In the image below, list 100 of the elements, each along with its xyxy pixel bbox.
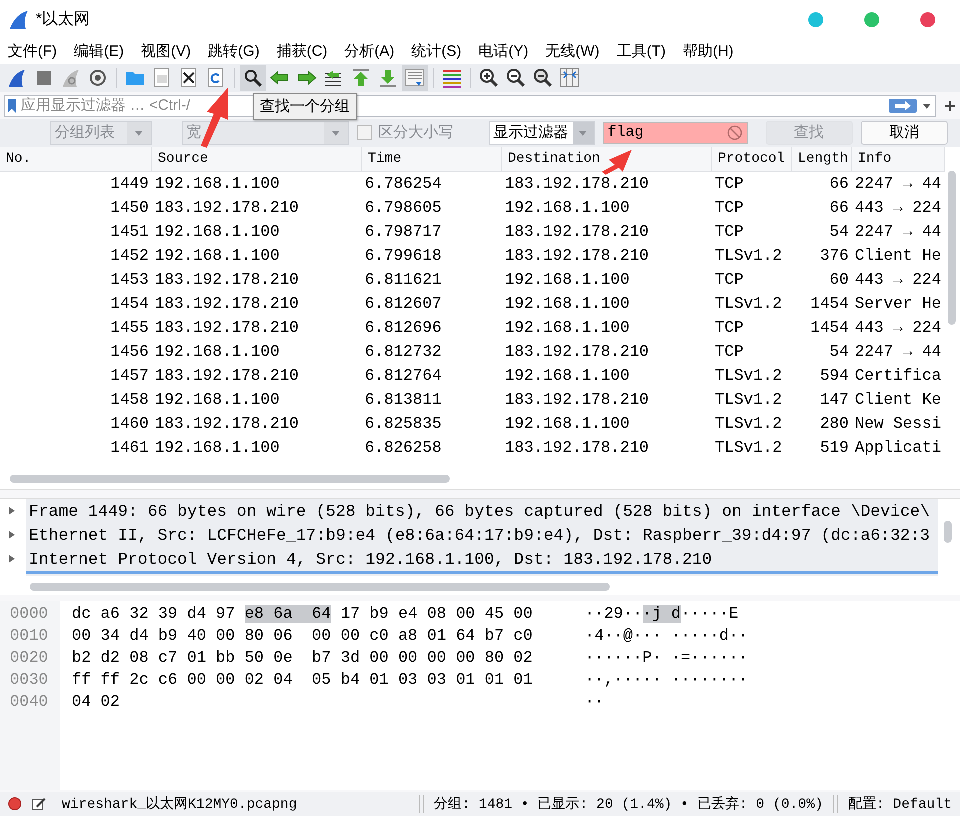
ascii-bytes: ·· xyxy=(585,692,604,711)
menu-item[interactable]: 文件(F) xyxy=(8,42,64,62)
table-cell-text: 1457 xyxy=(110,366,150,385)
table-cell-text: 183.192.178.210 xyxy=(504,390,650,409)
menu-item[interactable]: 跳转(G) xyxy=(208,42,267,62)
hex-bytes: dc a6 32 39 d4 97 e8 6a 64 17 b9 e4 08 00 45 00 xyxy=(72,604,534,623)
packet-counts: 分组: 1481 • 已显示: 20 (1.4%) • 已丢弃: 0 (0.0%) xyxy=(434,795,824,814)
offset-label: 0040 xyxy=(9,692,48,711)
table-cell-text: 1453 xyxy=(110,270,150,289)
menu-item[interactable]: 无线(W) xyxy=(546,42,607,62)
autoscroll-button[interactable] xyxy=(402,64,428,91)
table-cell-text: 183.192.178.210 xyxy=(154,198,300,217)
table-cell-text: 6.812696 xyxy=(364,318,443,337)
table-cell-text: 54 xyxy=(828,342,850,361)
search-field[interactable]: flag xyxy=(608,124,727,142)
table-cell-text: 192.168.1.100 xyxy=(154,174,281,193)
menu-item[interactable]: 统计(S) xyxy=(412,42,469,62)
table-cell-text: 6.813811 xyxy=(364,390,443,409)
ascii-bytes: ··29···j d·····E xyxy=(585,604,739,623)
table-cell-text: 192.168.1.100 xyxy=(154,342,281,361)
right-arrow-icon xyxy=(894,100,912,111)
table-cell-text: 192.168.1.100 xyxy=(504,270,631,289)
table-cell-text: TLSv1.2 xyxy=(714,366,784,385)
table-cell-text: 147 xyxy=(819,390,850,409)
close-button[interactable] xyxy=(920,12,936,28)
table-cell-text: TLSv1.2 xyxy=(714,294,784,313)
menu-item[interactable]: 视图(V) xyxy=(141,42,198,62)
column-header[interactable]: Length xyxy=(792,146,852,171)
table-cell-text: 6.798717 xyxy=(364,222,443,241)
table-cell-text: 183.192.178.210 xyxy=(504,342,650,361)
table-cell-text: 1458 xyxy=(110,390,150,409)
table-cell-text: 183.192.178.210 xyxy=(154,318,300,337)
capture-file-name: wireshark_以太网K12MY0.pcapng xyxy=(62,796,298,814)
table-cell-text: TLSv1.2 xyxy=(714,414,784,433)
ascii-bytes: ·4··@··· ·····d·· xyxy=(585,626,748,645)
table-cell-text: Applicati xyxy=(854,438,942,457)
table-cell-text: TCP xyxy=(714,270,745,289)
search-button[interactable] xyxy=(240,64,266,91)
column-header[interactable]: Info xyxy=(852,146,945,171)
table-cell-text: 192.168.1.100 xyxy=(504,414,631,433)
menu-item[interactable]: 帮助(H) xyxy=(682,42,741,62)
table-cell-text: TCP xyxy=(714,174,745,193)
vertical-scrollbar[interactable] xyxy=(944,521,952,544)
bookmark-icon xyxy=(7,98,17,114)
horizontal-scrollbar[interactable] xyxy=(10,475,450,484)
table-cell-text: TCP xyxy=(714,342,745,361)
table-cell-text: 6.786254 xyxy=(364,174,443,193)
edit-note-icon[interactable] xyxy=(32,797,46,812)
expand-icon[interactable] xyxy=(8,507,16,516)
horizontal-scrollbar[interactable] xyxy=(30,583,610,592)
table-cell-text: 6.812607 xyxy=(364,294,443,313)
table-cell-text: TLSv1.2 xyxy=(714,246,784,265)
apply-button[interactable] xyxy=(889,98,917,113)
table-cell-text: 2247 → 44 xyxy=(854,342,942,361)
expand-icon[interactable] xyxy=(8,531,16,540)
vertical-scrollbar[interactable] xyxy=(948,170,956,325)
menu-item[interactable]: 捕获(C) xyxy=(276,42,335,62)
profile-label[interactable]: 配置: Default xyxy=(848,795,952,814)
table-cell-text: 594 xyxy=(819,366,850,385)
menu-item[interactable]: 分析(A) xyxy=(344,42,402,62)
menu-item[interactable]: 编辑(E) xyxy=(74,42,132,62)
column-header[interactable]: No. xyxy=(0,146,152,171)
column-header[interactable]: Time xyxy=(362,146,502,171)
tree-item[interactable]: Internet Protocol Version 4, Src: 192.168.1.100, Dst: 183.192.178.210 xyxy=(26,550,712,569)
table-cell-text: Certifica xyxy=(854,366,942,385)
table-cell-text: 6.798605 xyxy=(364,198,443,217)
add-icon[interactable] xyxy=(944,100,956,112)
table-cell-text: 2247 → 44 xyxy=(854,222,942,241)
arrow-up-icon xyxy=(350,66,372,89)
table-cell-text: 443 → 224 xyxy=(854,198,942,217)
zoom-in-icon xyxy=(478,66,500,89)
table-cell-text: TLSv1.2 xyxy=(714,390,784,409)
table-cell-text: 192.168.1.100 xyxy=(504,294,631,313)
hex-bytes: 00 34 d4 b9 40 00 80 06 00 00 c0 a8 01 64 b7 c0 xyxy=(72,626,534,645)
annotation-arrow xyxy=(602,150,632,175)
tooltip: 查找一个分组 xyxy=(253,93,357,120)
search-field[interactable]: flag xyxy=(602,122,748,144)
tree-item[interactable]: Frame 1449: 66 bytes on wire (528 bits), 66 bytes captured (528 bits) on interface \Device\ xyxy=(26,502,930,521)
table-cell-text: Client Ke xyxy=(854,390,942,409)
table-cell-text: 1450 xyxy=(110,198,150,217)
table-cell-text: 1454 xyxy=(810,318,850,337)
window-title: *以太网 xyxy=(36,10,90,30)
column-header[interactable]: Protocol xyxy=(712,146,792,171)
table-cell-text: 192.168.1.100 xyxy=(504,366,631,385)
menu-item[interactable]: 工具(T) xyxy=(616,42,673,62)
table-cell-text: 1454 xyxy=(810,294,850,313)
search-type-dropdown[interactable]: 显示过滤器 xyxy=(488,120,595,145)
tree-item[interactable]: Ethernet II, Src: LCFCHeFe_17:b9:e4 (e8:6a:64:17:b9:e4), Dst: Raspberr_39:d4:97 (dc:a6:32:3 xyxy=(26,526,930,545)
cancel-button[interactable]: 取消 xyxy=(860,120,948,145)
hex-bytes: 04 02 xyxy=(72,692,122,711)
table-cell-text: 183.192.178.210 xyxy=(504,438,650,457)
table-cell-text: TCP xyxy=(714,222,745,241)
expand-icon[interactable] xyxy=(8,555,16,564)
menu-item[interactable]: 电话(Y) xyxy=(478,42,536,62)
table-cell-text: TLSv1.2 xyxy=(714,438,784,457)
table-cell-text: 183.192.178.210 xyxy=(154,270,300,289)
table-cell-text: 60 xyxy=(828,270,850,289)
record-dot-icon[interactable] xyxy=(8,797,22,812)
table-cell-text: 519 xyxy=(819,438,850,457)
zoom-out-icon xyxy=(505,66,527,89)
